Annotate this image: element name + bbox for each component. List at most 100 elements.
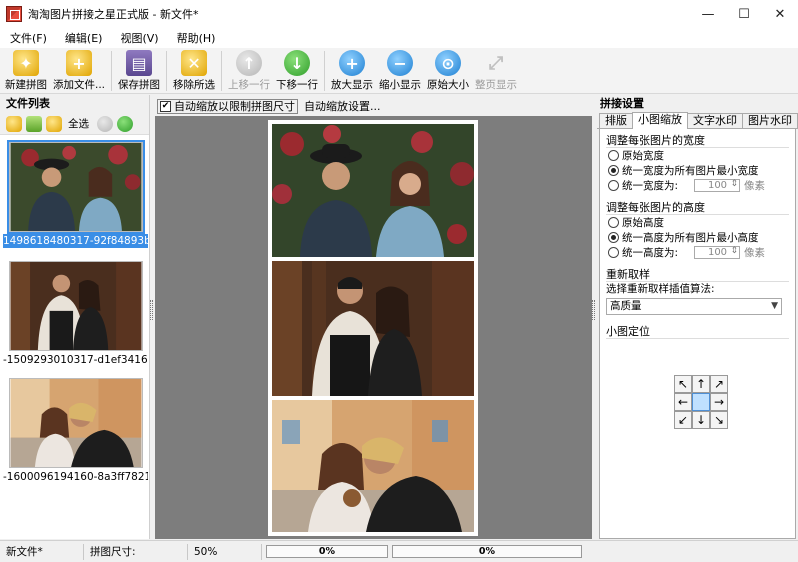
left-splitter[interactable] xyxy=(150,300,153,320)
width-original-label: 原始宽度 xyxy=(622,150,664,162)
position-center-cell[interactable] xyxy=(692,393,710,411)
close-button[interactable]: ✕ xyxy=(762,0,798,28)
thumbnail-image[interactable] xyxy=(7,140,145,234)
save-collage-button[interactable]: ▤ 保存拼图 xyxy=(115,48,163,94)
resample-select[interactable]: 高质量 ▼ xyxy=(606,298,782,315)
menu-view[interactable]: 视图(V) xyxy=(114,30,164,46)
select-all-button[interactable]: 全选 xyxy=(66,116,91,131)
move-up-label: 上移一行 xyxy=(228,79,271,91)
radio-selected-icon xyxy=(608,232,619,243)
expand-icon: ⤢ xyxy=(488,52,504,74)
minimize-button[interactable]: — xyxy=(690,0,726,28)
add-icon[interactable] xyxy=(6,115,22,132)
preview-options: ✔ 自动缩放以限制拼图尺寸 自动缩放设置... xyxy=(155,96,592,116)
radio-icon xyxy=(608,247,619,258)
move-down-label: 下移一行 xyxy=(276,79,319,91)
file-list-item[interactable]: 1498618480317-92f84893b69e.j xyxy=(3,234,148,248)
arrow-top-right-icon[interactable]: ↗ xyxy=(710,375,728,393)
new-collage-button[interactable]: ✦ 新建拼图 xyxy=(2,48,50,94)
width-custom-label: 统一宽度为: xyxy=(622,180,679,192)
arrow-up-icon[interactable]: ↑ xyxy=(692,375,710,393)
resample-label: 选择重新取样插值算法: xyxy=(606,283,715,295)
arrow-left-icon[interactable]: ← xyxy=(674,393,692,411)
height-spinner[interactable]: 100 xyxy=(694,246,741,259)
tab-image-watermark[interactable]: 图片水印 xyxy=(742,113,798,128)
fit-page-button[interactable]: ⤢ 整页显示 xyxy=(472,48,520,94)
remove-icon: ✕ xyxy=(181,50,208,76)
preview-canvas[interactable] xyxy=(155,116,592,539)
width-min-option[interactable]: 统一宽度为所有图片最小宽度 xyxy=(608,163,789,178)
add-file-label: 添加文件... xyxy=(53,79,106,91)
zoom-out-icon: − xyxy=(387,50,414,76)
radio-icon xyxy=(608,217,619,228)
add-folder-icon[interactable] xyxy=(26,115,42,132)
new-file-icon: ✦ xyxy=(13,50,39,76)
file-list-item[interactable]: -1600096194160-8a3ff78212d xyxy=(3,470,148,484)
arrow-top-left-icon[interactable]: ↖ xyxy=(674,375,692,393)
width-spinner[interactable]: 100 xyxy=(694,179,741,192)
new-collage-label: 新建拼图 xyxy=(5,79,47,91)
actual-size-label: 原始大小 xyxy=(427,79,470,91)
tab-resize[interactable]: 小图缩放 xyxy=(632,112,688,129)
width-original-option[interactable]: 原始宽度 xyxy=(608,148,789,163)
height-original-option[interactable]: 原始高度 xyxy=(608,215,789,230)
move-down-button[interactable]: ↓ 下移一行 xyxy=(273,48,321,94)
arrow-down-icon: ↓ xyxy=(284,50,311,76)
actual-size-button[interactable]: ⊙ 原始大小 xyxy=(424,48,472,94)
status-file: 新文件* xyxy=(0,543,84,560)
right-splitter[interactable] xyxy=(592,300,595,320)
delete-icon[interactable] xyxy=(46,115,62,132)
file-list-item[interactable]: -1509293010317-d1ef3416ed6 xyxy=(3,353,148,367)
resample-group-title: 重新取样 xyxy=(606,268,789,282)
file-list-title: 文件列表 xyxy=(0,95,149,113)
menu-help[interactable]: 帮助(H) xyxy=(171,30,222,46)
arrow-bottom-right-icon[interactable]: ↘ xyxy=(710,411,728,429)
zoom-in-label: 放大显示 xyxy=(331,79,374,91)
auto-fit-checkbox[interactable]: ✔ 自动缩放以限制拼图尺寸 xyxy=(157,98,298,114)
radio-selected-icon xyxy=(608,165,619,176)
height-min-option[interactable]: 统一高度为所有图片最小高度 xyxy=(608,230,789,245)
move-up-button[interactable]: ↑ 上移一行 xyxy=(225,48,273,94)
arrow-bottom-left-icon[interactable]: ↙ xyxy=(674,411,692,429)
fit-page-label: 整页显示 xyxy=(475,79,518,91)
menu-file[interactable]: 文件(F) xyxy=(4,30,53,46)
thumbnail-image[interactable] xyxy=(9,378,143,468)
arrow-right-icon[interactable]: → xyxy=(710,393,728,411)
height-custom-option[interactable]: 统一高度为: 100 像素 xyxy=(608,245,789,260)
settings-title: 拼接设置 xyxy=(600,97,644,110)
arrow-down-icon[interactable]: ↓ xyxy=(692,411,710,429)
width-group-title: 调整每张图片的宽度 xyxy=(606,134,789,148)
resize-tab-content: 调整每张图片的宽度 原始宽度 统一宽度为所有图片最小宽度 统一宽度为: 100 … xyxy=(599,129,796,539)
add-file-button[interactable]: + 添加文件... xyxy=(50,48,108,94)
checkbox-icon: ✔ xyxy=(160,100,171,112)
height-group-title: 调整每张图片的高度 xyxy=(606,201,789,215)
thumbnail-image[interactable] xyxy=(9,261,143,351)
magnifier-icon: ⊙ xyxy=(435,50,462,76)
file-list-toolbar: 全选 xyxy=(0,113,149,135)
width-min-label: 统一宽度为所有图片最小宽度 xyxy=(622,165,759,177)
height-custom-label: 统一高度为: xyxy=(622,247,679,259)
arrow-up-icon[interactable] xyxy=(97,115,113,132)
save-collage-label: 保存拼图 xyxy=(118,79,161,91)
height-min-label: 统一高度为所有图片最小高度 xyxy=(622,232,759,244)
zoom-out-button[interactable]: − 缩小显示 xyxy=(376,48,424,94)
remove-selected-button[interactable]: ✕ 移除所选 xyxy=(170,48,218,94)
zoom-in-button[interactable]: + 放大显示 xyxy=(328,48,376,94)
progress-bar: 0% xyxy=(266,545,388,558)
maximize-button[interactable]: ☐ xyxy=(726,0,762,28)
window-title: 淘淘图片拼接之星正式版 - 新文件* xyxy=(28,8,199,21)
radio-icon xyxy=(608,180,619,191)
arrow-down-icon[interactable] xyxy=(117,115,133,132)
width-custom-option[interactable]: 统一宽度为: 100 像素 xyxy=(608,178,789,193)
zoom-in-icon: + xyxy=(339,50,366,76)
add-file-icon: + xyxy=(66,50,92,76)
toolbar-separator xyxy=(166,51,168,91)
menu-edit[interactable]: 编辑(E) xyxy=(59,30,109,46)
collage-photo xyxy=(272,400,474,532)
title-bar: 淘淘图片拼接之星正式版 - 新文件* — ☐ ✕ xyxy=(0,0,798,28)
arrow-up-icon: ↑ xyxy=(236,50,263,76)
tab-text-watermark[interactable]: 文字水印 xyxy=(687,113,743,128)
tab-layout[interactable]: 排版 xyxy=(599,113,633,128)
auto-fit-settings-button[interactable]: 自动缩放设置... xyxy=(304,98,381,114)
position-grid: ↖ ↑ ↗ ← → ↙ ↓ ↘ xyxy=(674,375,728,429)
